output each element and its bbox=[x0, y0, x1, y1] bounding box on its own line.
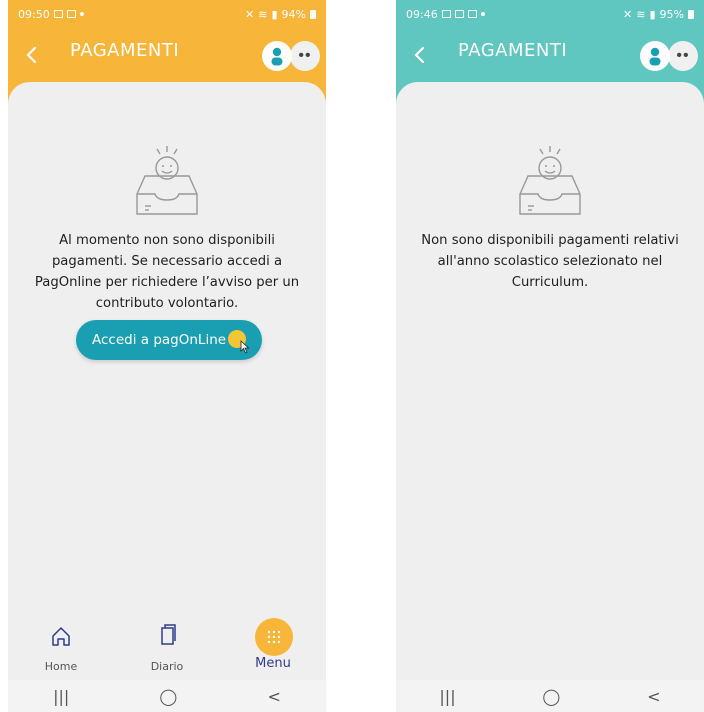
back-system-icon[interactable]: < bbox=[268, 687, 281, 706]
status-bar: 09:46 ✕ ≋ ▮ 95% bbox=[396, 0, 704, 28]
more-dots-icon[interactable]: •• bbox=[290, 41, 320, 71]
phone-screen-right: 09:46 ✕ ≋ ▮ 95% PAGAMENTI •• Non sono di… bbox=[396, 0, 704, 712]
nav-item-home[interactable]: Home bbox=[26, 616, 96, 676]
chevron-left-icon bbox=[414, 46, 425, 64]
button-label: Accedi a pagOnLine bbox=[92, 332, 227, 348]
back-button[interactable] bbox=[20, 42, 44, 68]
nav-label-menu: Menu bbox=[255, 656, 291, 671]
system-navigation-bar: ||| ◯ < bbox=[396, 680, 704, 712]
user-avatar-icon[interactable] bbox=[262, 41, 292, 71]
recent-apps-icon[interactable]: ||| bbox=[53, 687, 69, 706]
status-settings-icon bbox=[79, 12, 84, 16]
mute-icon: ✕ bbox=[245, 7, 255, 21]
recent-apps-icon[interactable]: ||| bbox=[439, 687, 455, 706]
page-title: PAGAMENTI bbox=[70, 40, 180, 61]
wifi-icon: ≋ bbox=[258, 7, 268, 21]
status-notification-icon bbox=[454, 10, 464, 18]
avatar-group[interactable]: •• bbox=[262, 41, 320, 71]
status-battery-text: 95% bbox=[659, 7, 684, 21]
signal-icon: ▮ bbox=[649, 7, 656, 21]
back-button[interactable] bbox=[408, 42, 432, 68]
nav-label-home: Home bbox=[44, 660, 78, 673]
cursor-icon bbox=[240, 340, 250, 354]
user-avatar-icon[interactable] bbox=[640, 41, 670, 71]
status-mail-icon bbox=[441, 10, 451, 18]
signal-icon: ▮ bbox=[271, 7, 278, 21]
nav-item-diario[interactable]: Diario bbox=[132, 616, 202, 676]
empty-message: Al momento non sono disponibili pagament… bbox=[34, 233, 300, 311]
status-dot-icon bbox=[480, 12, 485, 16]
system-navigation-bar: ||| ◯ < bbox=[8, 680, 326, 712]
mute-icon: ✕ bbox=[623, 7, 633, 21]
title-bar: PAGAMENTI •• bbox=[396, 32, 704, 78]
battery-icon bbox=[310, 9, 316, 19]
accedi-pagonline-button[interactable]: Accedi a pagOnLine bbox=[76, 320, 262, 360]
title-bar: PAGAMENTI •• bbox=[8, 32, 326, 78]
content-card: Non sono disponibili pagamenti relativi … bbox=[396, 82, 704, 680]
home-system-icon[interactable]: ◯ bbox=[159, 687, 177, 706]
content-card: Al momento non sono disponibili pagament… bbox=[8, 82, 326, 642]
empty-inbox-icon bbox=[136, 146, 198, 215]
battery-icon bbox=[688, 9, 694, 19]
bottom-navigation: Home Diario Menu bbox=[8, 608, 326, 680]
status-battery-text: 94% bbox=[281, 7, 306, 21]
chevron-left-icon bbox=[26, 46, 37, 64]
menu-grid-icon bbox=[255, 618, 293, 656]
wifi-icon: ≋ bbox=[636, 7, 646, 21]
phone-screen-left: 09:50 ✕ ≋ ▮ 94% PAGAMENTI •• Al momento … bbox=[8, 0, 326, 712]
status-time: 09:50 bbox=[18, 7, 50, 21]
back-system-icon[interactable]: < bbox=[647, 687, 660, 706]
bookmark-icon bbox=[161, 624, 176, 645]
status-notification-icon bbox=[53, 10, 63, 18]
status-notification-icon bbox=[467, 10, 477, 18]
status-bar: 09:50 ✕ ≋ ▮ 94% bbox=[8, 0, 326, 28]
nav-label-diario: Diario bbox=[150, 660, 184, 673]
status-notification-icon bbox=[66, 10, 76, 18]
status-time: 09:46 bbox=[406, 7, 438, 21]
empty-inbox-icon bbox=[519, 146, 581, 215]
more-dots-icon[interactable]: •• bbox=[668, 41, 698, 71]
nav-item-menu[interactable]: Menu bbox=[238, 616, 308, 676]
page-title: PAGAMENTI bbox=[458, 40, 568, 61]
avatar-group[interactable]: •• bbox=[640, 41, 698, 71]
empty-message: Non sono disponibili pagamenti relativi … bbox=[421, 233, 679, 290]
home-icon bbox=[52, 627, 70, 646]
home-system-icon[interactable]: ◯ bbox=[542, 687, 560, 706]
